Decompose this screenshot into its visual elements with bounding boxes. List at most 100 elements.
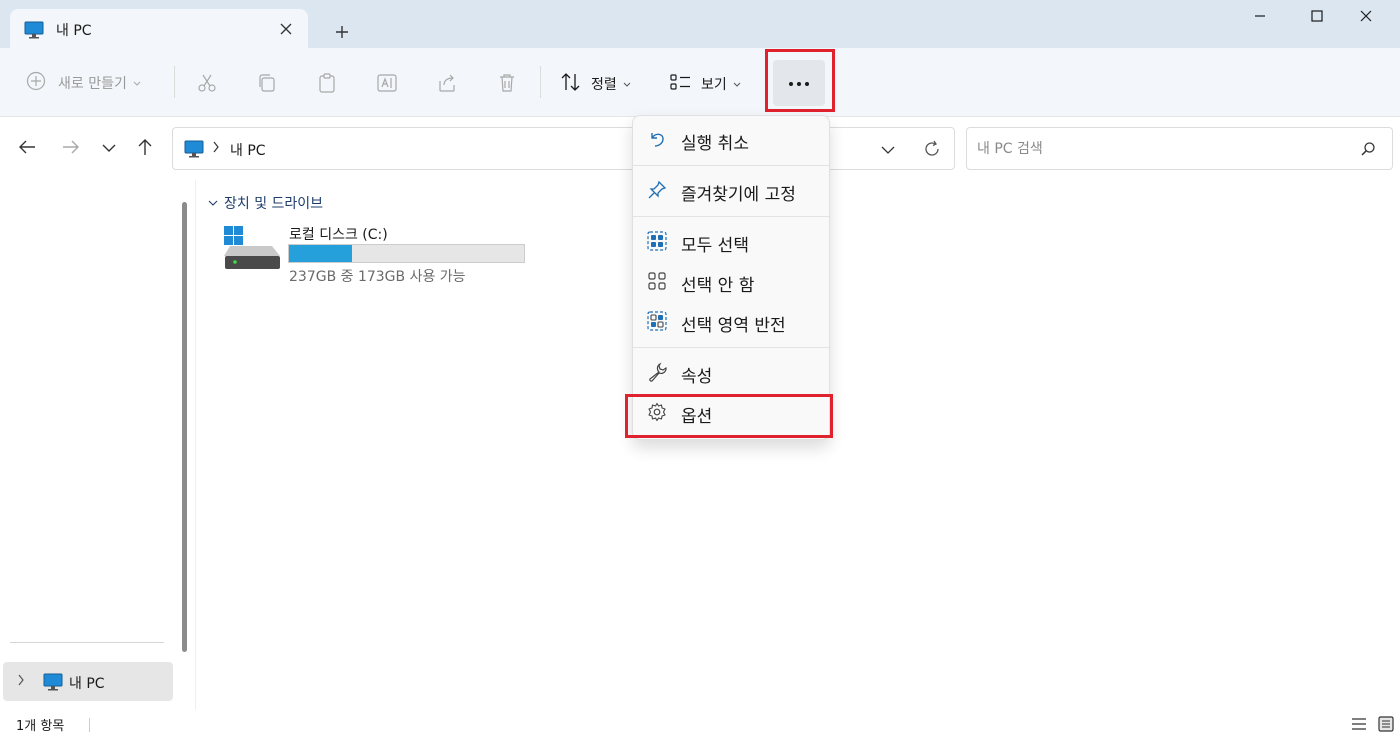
drive-icon bbox=[222, 222, 282, 276]
toolbar-divider bbox=[174, 66, 175, 98]
menu-item-select-all[interactable]: 모두 선택 bbox=[633, 222, 829, 260]
sidebar-scrollbar[interactable] bbox=[182, 202, 187, 652]
copy-icon bbox=[256, 72, 278, 98]
drive-detail: 237GB 중 173GB 사용 가능 bbox=[289, 269, 466, 285]
rename-icon bbox=[376, 72, 398, 98]
drive-tile-c[interactable]: 로컬 디스크 (C:) 237GB 중 173GB 사용 가능 bbox=[222, 222, 542, 286]
menu-divider bbox=[633, 347, 829, 348]
share-icon bbox=[436, 72, 458, 98]
tab-title: 내 PC bbox=[56, 23, 92, 39]
minimize-button[interactable] bbox=[1240, 4, 1280, 32]
close-window-button[interactable] bbox=[1346, 4, 1386, 32]
menu-item-invert-selection[interactable]: 선택 영역 반전 bbox=[633, 302, 829, 340]
tab-my-pc[interactable]: 내 PC bbox=[10, 9, 308, 48]
maximize-icon bbox=[1311, 10, 1323, 26]
delete-button[interactable] bbox=[496, 72, 518, 98]
tiles-view-button[interactable] bbox=[1378, 716, 1394, 732]
sort-button[interactable]: 정렬 bbox=[560, 72, 631, 96]
group-header-devices[interactable]: 장치 및 드라이브 bbox=[208, 193, 323, 213]
arrow-left-icon bbox=[18, 139, 36, 159]
close-icon bbox=[1360, 10, 1372, 26]
menu-item-properties[interactable]: 속성 bbox=[633, 353, 829, 391]
sidebar-divider bbox=[10, 642, 164, 643]
menu-item-label: 모두 선택 bbox=[681, 236, 749, 256]
recent-locations-button[interactable] bbox=[98, 138, 120, 160]
view-icon bbox=[670, 72, 692, 96]
menu-item-label: 선택 영역 반전 bbox=[681, 316, 786, 336]
wrench-icon bbox=[647, 362, 667, 382]
paste-icon bbox=[316, 72, 338, 98]
toolbar-divider bbox=[540, 66, 541, 98]
maximize-button[interactable] bbox=[1297, 4, 1337, 32]
chevron-down-icon bbox=[208, 195, 218, 211]
chevron-down-icon bbox=[623, 76, 631, 92]
back-button[interactable] bbox=[16, 138, 38, 160]
menu-item-label: 즐겨찾기에 고정 bbox=[681, 185, 796, 205]
new-button-label: 새로 만들기 bbox=[58, 76, 127, 92]
chevron-down-icon bbox=[733, 76, 741, 92]
chevron-down-icon bbox=[102, 141, 116, 157]
search-box[interactable] bbox=[966, 127, 1393, 170]
new-tab-button[interactable] bbox=[330, 20, 354, 44]
select-none-icon bbox=[647, 271, 667, 291]
command-bar: 새로 만들기 정렬 보기 bbox=[0, 48, 1400, 117]
chevron-down-icon bbox=[133, 75, 141, 91]
chevron-down-icon[interactable] bbox=[881, 143, 895, 159]
plus-circle-icon bbox=[26, 71, 46, 95]
forward-button[interactable] bbox=[60, 138, 82, 160]
rename-button[interactable] bbox=[376, 72, 398, 98]
menu-divider bbox=[633, 216, 829, 217]
drive-usage-bar bbox=[288, 244, 525, 263]
title-bar: 내 PC bbox=[0, 0, 1400, 48]
navigation-pane bbox=[0, 180, 195, 710]
menu-divider bbox=[633, 165, 829, 166]
address-path: 내 PC bbox=[230, 143, 266, 159]
invert-selection-icon bbox=[647, 311, 667, 331]
up-button[interactable] bbox=[134, 138, 156, 160]
sort-icon bbox=[560, 72, 582, 96]
item-count: 1개 항목 bbox=[16, 719, 65, 734]
close-icon[interactable] bbox=[276, 19, 296, 39]
menu-item-select-none[interactable]: 선택 안 함 bbox=[633, 262, 829, 300]
select-all-icon bbox=[647, 231, 667, 251]
menu-item-label: 실행 취소 bbox=[681, 134, 749, 154]
arrow-up-icon bbox=[137, 138, 153, 160]
drive-usage-fill bbox=[289, 245, 353, 262]
menu-item-undo[interactable]: 실행 취소 bbox=[633, 120, 829, 158]
pin-icon bbox=[647, 180, 667, 200]
new-button[interactable]: 새로 만들기 bbox=[26, 71, 141, 95]
monitor-icon bbox=[24, 21, 44, 43]
group-title: 장치 및 드라이브 bbox=[224, 196, 324, 212]
search-input[interactable] bbox=[977, 138, 1337, 160]
more-options-menu: 실행 취소 즐겨찾기에 고정 모두 선택 선택 안 함 선택 영역 반전 속성 bbox=[632, 115, 830, 440]
sidebar-item-my-pc[interactable]: 내 PC bbox=[3, 662, 173, 701]
cut-button[interactable] bbox=[196, 72, 218, 98]
share-button[interactable] bbox=[436, 72, 458, 98]
arrow-right-icon bbox=[62, 139, 80, 159]
refresh-icon[interactable] bbox=[922, 139, 942, 163]
chevron-right-icon[interactable] bbox=[17, 674, 25, 690]
menu-item-label: 속성 bbox=[681, 367, 713, 387]
menu-item-label: 선택 안 함 bbox=[681, 276, 755, 296]
pane-divider bbox=[195, 180, 196, 710]
minimize-icon bbox=[1254, 10, 1266, 26]
monitor-icon bbox=[184, 140, 204, 162]
details-view-button[interactable] bbox=[1351, 716, 1367, 732]
view-label: 보기 bbox=[701, 77, 727, 93]
menu-item-pin[interactable]: 즐겨찾기에 고정 bbox=[633, 171, 829, 209]
paste-button[interactable] bbox=[316, 72, 338, 98]
view-button[interactable]: 보기 bbox=[670, 72, 741, 96]
chevron-right-icon bbox=[212, 141, 220, 157]
sidebar-item-label: 내 PC bbox=[69, 676, 105, 692]
sort-label: 정렬 bbox=[591, 77, 617, 93]
cut-icon bbox=[196, 72, 218, 98]
highlight-box-more bbox=[765, 49, 835, 112]
drive-name: 로컬 디스크 (C:) bbox=[289, 227, 388, 243]
copy-button[interactable] bbox=[256, 72, 278, 98]
undo-icon bbox=[647, 129, 667, 149]
search-icon[interactable] bbox=[1360, 141, 1376, 161]
delete-icon bbox=[496, 72, 518, 98]
monitor-icon bbox=[43, 673, 63, 695]
address-bar[interactable]: 내 PC bbox=[172, 127, 955, 170]
status-divider bbox=[89, 718, 90, 732]
